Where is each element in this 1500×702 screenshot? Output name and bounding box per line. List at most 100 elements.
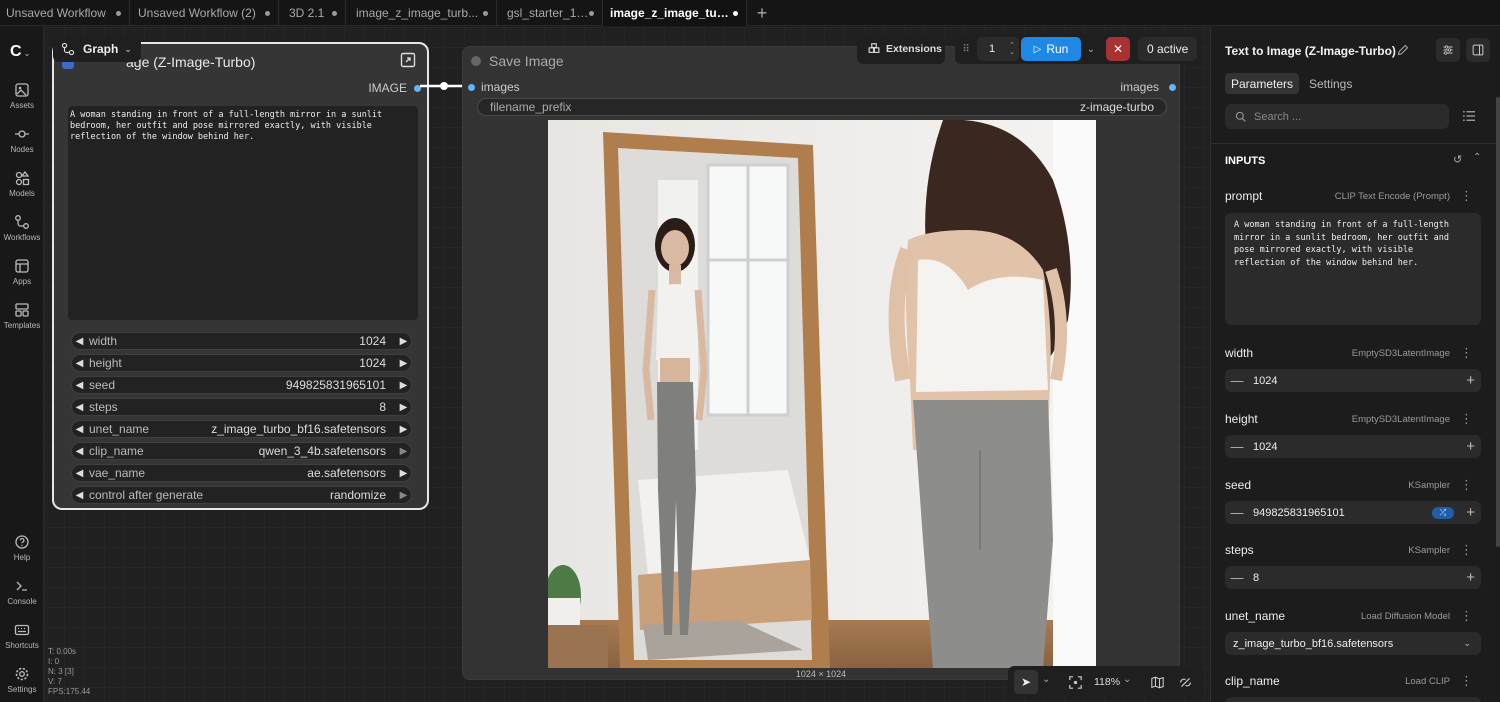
height-stepper[interactable]: — 1024 + — [1225, 435, 1481, 458]
increment-arrow-icon[interactable]: ▶ — [396, 358, 411, 369]
batch-count-input[interactable]: 1 ⌃ ⌄ — [977, 37, 1019, 61]
tab-image-z-image-turbo-active[interactable]: image_z_image_turbo — [603, 0, 747, 26]
input-port[interactable] — [468, 84, 475, 91]
new-tab-button[interactable]: + — [747, 0, 777, 26]
plus-icon[interactable]: + — [1466, 569, 1475, 586]
zoom-chevron-icon[interactable]: ⌄ — [1123, 674, 1131, 685]
fit-view-icon[interactable] — [1069, 676, 1082, 689]
sidebar-item-workflows[interactable]: Workflows — [0, 214, 44, 242]
tab-gsl-starter[interactable]: gsl_starter_1_1 — [497, 0, 603, 26]
panel-settings-button[interactable] — [1436, 38, 1460, 62]
tab-image-z-image-turbo-1[interactable]: image_z_image_turb... — [346, 0, 497, 26]
width-stepper[interactable]: — 1024 + — [1225, 369, 1481, 392]
prompt-textarea[interactable]: A woman standing in front of a full-leng… — [1225, 213, 1481, 325]
widget-vae-name[interactable]: ◀ vae_name ae.safetensors ▶ — [71, 464, 412, 482]
seed-stepper[interactable]: — 949825831965101 ⤮ + — [1225, 501, 1481, 524]
decrement-arrow-icon[interactable]: ◀ — [72, 424, 87, 435]
more-vertical-icon[interactable]: ⋮ — [1460, 673, 1473, 689]
output-image[interactable] — [548, 120, 1096, 668]
graph-breadcrumb-button[interactable]: Graph ⌄ — [53, 36, 141, 62]
more-vertical-icon[interactable]: ⋮ — [1460, 411, 1473, 427]
hide-links-icon[interactable] — [1179, 676, 1192, 689]
search-input[interactable]: Search ... — [1254, 111, 1301, 123]
widget-seed[interactable]: ◀ seed 949825831965101 ▶ — [71, 376, 412, 394]
more-vertical-icon[interactable]: ⋮ — [1460, 188, 1473, 204]
chevron-up-icon[interactable]: ⌃ — [1473, 152, 1481, 163]
minus-icon[interactable]: — — [1225, 439, 1249, 454]
increment-arrow-icon[interactable]: ▶ — [396, 402, 411, 413]
minus-icon[interactable]: — — [1225, 505, 1249, 520]
sidebar-item-console[interactable]: Console — [0, 578, 44, 606]
increment-arrow-icon[interactable]: ▶ — [396, 468, 411, 479]
panel-scrollbar[interactable] — [1496, 97, 1500, 547]
decrement-arrow-icon[interactable]: ◀ — [72, 468, 87, 479]
sidebar-item-settings[interactable]: Settings — [0, 666, 44, 694]
chevron-down-icon[interactable]: ⌄ — [1042, 674, 1050, 685]
widget-steps[interactable]: ◀ steps 8 ▶ — [71, 398, 412, 416]
tab-unsaved-workflow-2[interactable]: Unsaved Workflow (2) — [130, 0, 279, 26]
widget-unet-name[interactable]: ◀ unet_name z_image_turbo_bf16.safetensors… — [71, 420, 412, 438]
run-options-chevron-icon[interactable]: ⌄ — [1081, 44, 1101, 55]
minus-icon[interactable]: — — [1225, 570, 1249, 585]
more-vertical-icon[interactable]: ⋮ — [1460, 608, 1473, 624]
decrement-arrow-icon[interactable]: ◀ — [72, 446, 87, 457]
filter-list-icon[interactable] — [1462, 110, 1476, 122]
reset-icon[interactable]: ↺ — [1453, 153, 1462, 166]
sidebar-item-assets[interactable]: Assets — [0, 82, 44, 110]
widget-width[interactable]: ◀ width 1024 ▶ — [71, 332, 412, 350]
steps-stepper[interactable]: — 8 + — [1225, 566, 1481, 589]
decrement-arrow-icon[interactable]: ◀ — [72, 336, 87, 347]
filename-prefix-field[interactable]: filename_prefix z-image-turbo — [477, 98, 1167, 116]
sidebar-item-shortcuts[interactable]: Shortcuts — [0, 622, 44, 650]
shuffle-icon[interactable]: ⤮ — [1432, 506, 1454, 519]
output-port[interactable] — [1169, 84, 1176, 91]
minus-icon[interactable]: — — [1225, 373, 1249, 388]
tab-unsaved-workflow[interactable]: Unsaved Workflow — [0, 0, 130, 26]
panel-search[interactable]: Search ... — [1225, 104, 1449, 129]
active-queue-button[interactable]: 0 active — [1138, 37, 1198, 61]
clip-name-select[interactable] — [1225, 697, 1481, 702]
cancel-run-button[interactable]: ✕ — [1106, 37, 1130, 61]
tab-3d[interactable]: 3D 2.1 — [279, 0, 346, 26]
text-to-image-node[interactable]: age (Z-Image-Turbo) IMAGE A woman standi… — [52, 42, 429, 510]
increment-arrow-icon[interactable]: ▶ — [396, 446, 411, 457]
widget-clip-name[interactable]: ◀ clip_name qwen_3_4b.safetensors ▶ — [71, 442, 412, 460]
sidebar-item-nodes[interactable]: Nodes — [0, 126, 44, 154]
sidebar-item-models[interactable]: Models — [0, 170, 44, 198]
drag-handle-icon[interactable]: ⠿ — [957, 44, 975, 55]
unet-name-select[interactable]: z_image_turbo_bf16.safetensors ⌄ — [1225, 632, 1481, 655]
pencil-edit-icon[interactable] — [1397, 44, 1409, 56]
more-vertical-icon[interactable]: ⋮ — [1460, 542, 1473, 558]
sidebar-item-help[interactable]: Help — [0, 534, 44, 562]
increment-arrow-icon[interactable]: ▶ — [396, 490, 411, 501]
prompt-textarea[interactable]: A woman standing in front of a full-leng… — [68, 106, 418, 320]
widget-control-after-generate[interactable]: ◀ control after generate randomize ▶ — [71, 486, 412, 504]
tab-settings[interactable]: Settings — [1303, 73, 1358, 94]
increment-arrow-icon[interactable]: ▶ — [396, 424, 411, 435]
decrement-arrow-icon[interactable]: ◀ — [72, 490, 87, 501]
decrement-arrow-icon[interactable]: ◀ — [72, 358, 87, 369]
stepper-icon[interactable]: ⌃ ⌄ — [1009, 42, 1019, 56]
extensions-button[interactable]: Extensions — [857, 34, 945, 64]
run-button[interactable]: ▷ Run — [1021, 37, 1081, 61]
expand-icon[interactable] — [400, 52, 416, 68]
save-image-node[interactable]: Save Image images images filename_prefix… — [462, 46, 1180, 680]
tab-parameters[interactable]: Parameters — [1225, 73, 1300, 94]
plus-icon[interactable]: + — [1466, 372, 1475, 389]
increment-arrow-icon[interactable]: ▶ — [396, 380, 411, 391]
toggle-panel-button[interactable] — [1466, 38, 1490, 62]
minimap-icon[interactable] — [1151, 676, 1164, 689]
decrement-arrow-icon[interactable]: ◀ — [72, 380, 87, 391]
plus-icon[interactable]: + — [1466, 504, 1475, 521]
increment-arrow-icon[interactable]: ▶ — [396, 336, 411, 347]
zoom-level[interactable]: 118% — [1094, 676, 1120, 688]
sidebar-item-apps[interactable]: Apps — [0, 258, 44, 286]
comfy-logo[interactable]: C ⌄ — [10, 43, 30, 61]
more-vertical-icon[interactable]: ⋮ — [1460, 477, 1473, 493]
more-vertical-icon[interactable]: ⋮ — [1460, 345, 1473, 361]
sidebar-item-templates[interactable]: Templates — [0, 302, 44, 330]
plus-icon[interactable]: + — [1466, 438, 1475, 455]
decrement-arrow-icon[interactable]: ◀ — [72, 402, 87, 413]
widget-height[interactable]: ◀ height 1024 ▶ — [71, 354, 412, 372]
select-mode-button[interactable]: ➤ — [1014, 670, 1038, 694]
